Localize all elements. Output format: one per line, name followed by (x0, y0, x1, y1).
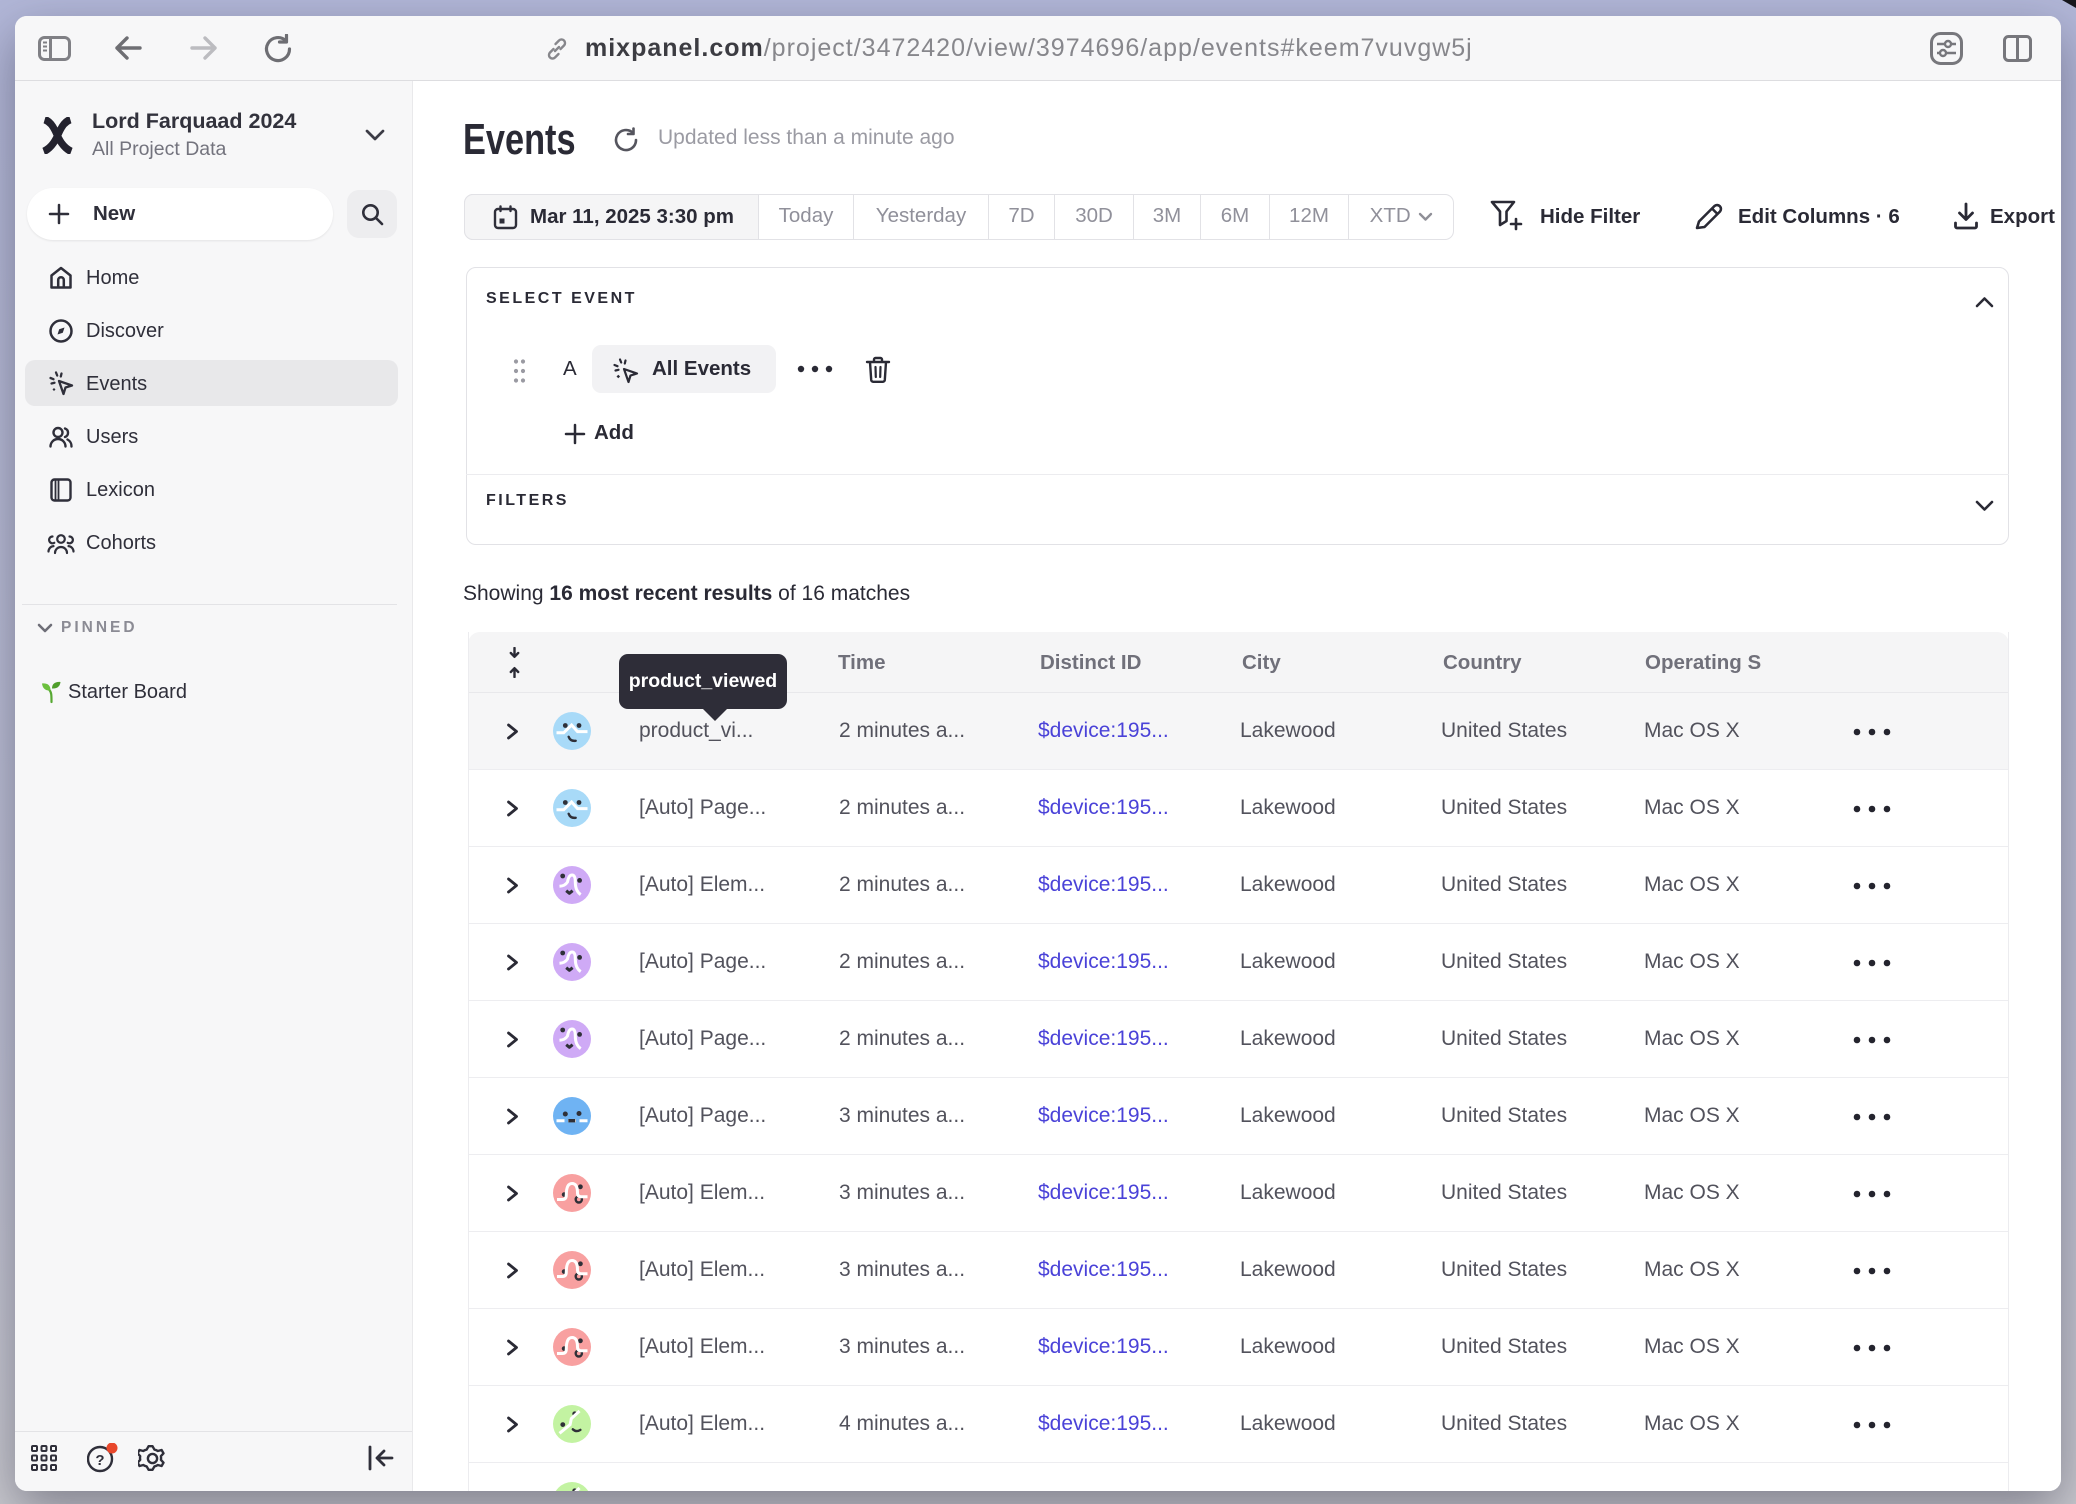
svg-text:?: ? (95, 1452, 104, 1469)
